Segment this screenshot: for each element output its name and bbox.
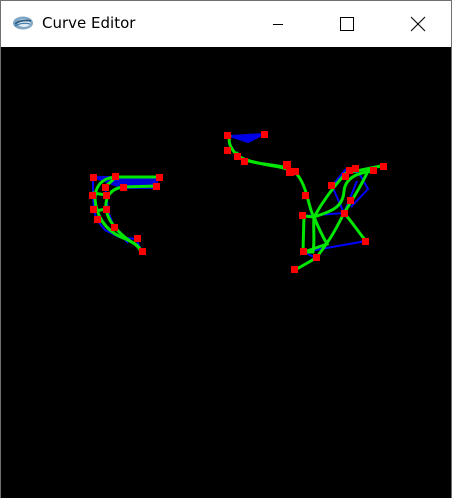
control-point [291,266,298,273]
maximize-icon [340,17,354,31]
title-bar[interactable]: Curve Editor [1,1,451,47]
control-point [292,168,299,175]
control-point [241,158,248,165]
control-point [112,173,119,180]
control-point [261,131,268,138]
control-point [134,235,141,242]
control-point [234,153,241,160]
control-point [224,132,231,139]
control-point [300,248,307,255]
control-point [283,161,291,169]
minimize-button[interactable] [255,1,301,47]
control-point [313,254,320,261]
maximize-button[interactable] [323,1,369,47]
control-point [102,184,109,191]
control-point [341,210,348,217]
curve-editor-app-icon [13,16,33,30]
control-point [352,165,359,172]
control-point [153,183,160,190]
control-point [103,192,110,199]
window-title: Curve Editor [42,14,136,32]
control-point [94,216,101,223]
control-point [299,212,306,219]
control-point [89,192,96,199]
control-point [90,206,97,213]
control-point [302,192,309,199]
close-icon [410,16,426,32]
curve-drawing[interactable] [1,47,451,498]
control-point [120,184,127,191]
minimize-icon [273,24,283,25]
control-point [347,197,354,204]
curve-editor-window: Curve Editor [0,0,452,498]
right-shape-control-polygon [229,133,370,259]
control-point [328,182,335,189]
control-point [156,174,163,181]
control-point [380,163,387,170]
control-point [103,206,110,213]
close-button[interactable] [394,1,440,47]
control-point [139,248,146,255]
control-point [111,224,118,231]
curve-canvas[interactable] [1,47,451,498]
control-point [90,174,97,181]
control-point [370,167,377,174]
control-point [224,147,231,154]
control-point [346,167,353,174]
control-point [342,173,349,180]
right-shape-control-points[interactable] [224,131,387,273]
control-point [362,238,369,245]
